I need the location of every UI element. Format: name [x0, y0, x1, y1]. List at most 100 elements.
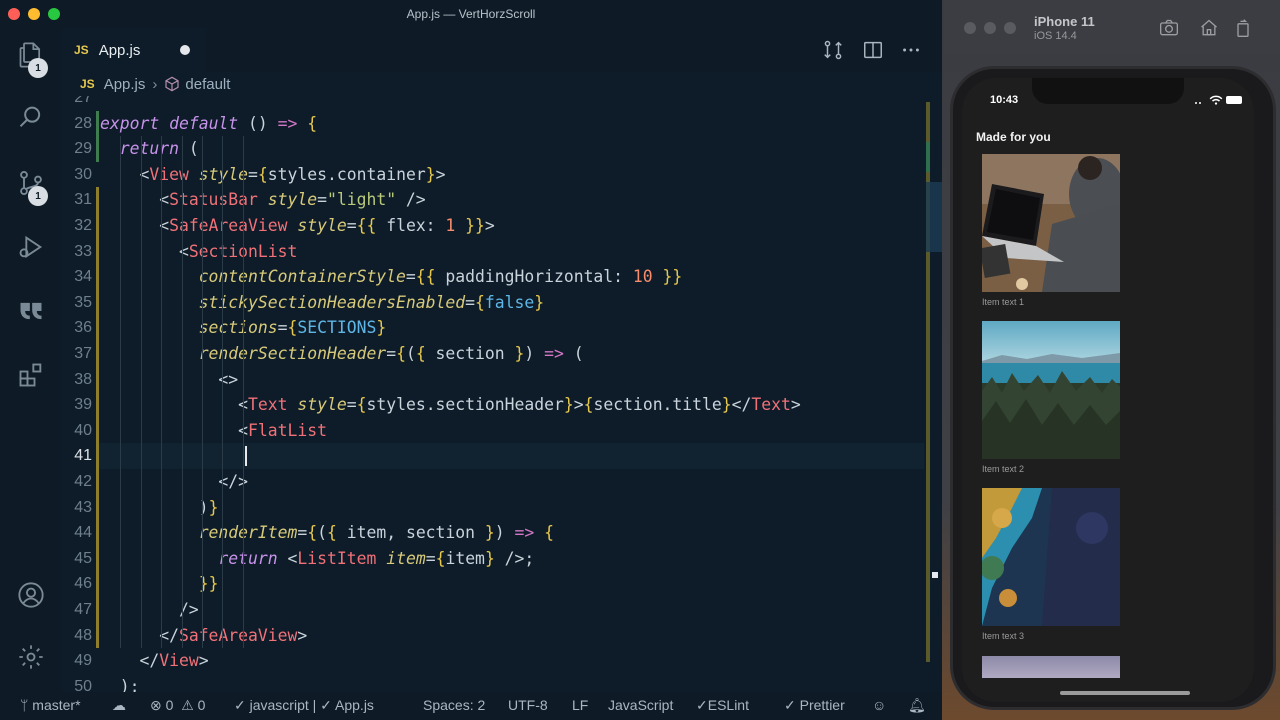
line-number: 30 — [74, 165, 92, 183]
split-editor-icon[interactable] — [862, 39, 884, 61]
code-text: <StatusBar style="light" /> — [100, 190, 426, 210]
breadcrumb-file[interactable]: App.js — [104, 76, 146, 93]
language-check-label: javascript | ✓ App.js — [249, 697, 374, 713]
git-change-marker[interactable] — [96, 469, 99, 495]
git-change-marker[interactable] — [96, 213, 99, 239]
notifications-bell-icon[interactable]: 🔔︎ — [908, 697, 926, 714]
code-line[interactable]: 41 — [62, 443, 924, 469]
git-change-marker[interactable] — [96, 315, 99, 341]
branch-status[interactable]: ᛘ master* — [20, 697, 81, 713]
code-line[interactable]: 39 <Text style={styles.sectionHeader}>{s… — [62, 392, 924, 418]
feedback-icon[interactable]: ☺ — [872, 697, 886, 713]
quote-extension-icon[interactable] — [16, 296, 46, 326]
signal-icon — [1195, 102, 1201, 104]
line-number: 38 — [74, 370, 92, 388]
item-image-aerial-coast-photo[interactable] — [982, 488, 1120, 626]
code-line[interactable]: 47 /> — [62, 597, 924, 623]
sim-minimize-button[interactable] — [984, 22, 996, 34]
code-text: renderSectionHeader={({ section }) => ( — [198, 344, 584, 363]
problems-status[interactable]: ⊗ 0 ⚠ 0 — [150, 697, 205, 714]
git-change-marker[interactable] — [96, 110, 99, 137]
home-indicator[interactable] — [1060, 691, 1190, 695]
settings-gear-icon[interactable] — [16, 642, 46, 672]
code-line[interactable]: 50 ); — [62, 674, 924, 692]
code-editor[interactable]: 27 28 export default () => {29 return (30 … — [62, 96, 942, 692]
code-line[interactable]: 43 )} — [62, 494, 924, 521]
git-change-marker[interactable] — [96, 392, 99, 418]
git-change-marker[interactable] — [96, 443, 99, 469]
eslint-status[interactable]: ✓ESLint — [696, 697, 749, 714]
search-icon[interactable] — [16, 102, 46, 132]
code-line[interactable]: 35 stickySectionHeadersEnabled={false} — [62, 289, 924, 316]
code-line[interactable]: 44 renderItem={({ item, section }) => { — [62, 520, 924, 546]
rotate-device-icon[interactable] — [1232, 18, 1254, 38]
code-line[interactable]: 36 sections={SECTIONS} — [62, 315, 924, 341]
encoding-status[interactable]: UTF-8 — [508, 697, 548, 713]
git-change-marker[interactable] — [96, 264, 99, 290]
git-change-marker[interactable] — [96, 187, 99, 213]
code-line[interactable]: 49 </View> — [62, 648, 924, 674]
sim-zoom-button[interactable] — [1004, 22, 1016, 34]
tab-label: App.js — [98, 41, 141, 59]
scroll-thumb[interactable] — [926, 182, 942, 252]
code-line[interactable]: 42 </> — [62, 469, 924, 495]
git-change-marker[interactable] — [96, 238, 99, 265]
prettier-status[interactable]: ✓ Prettier — [784, 697, 845, 714]
eslint-label: ESLint — [707, 697, 749, 713]
code-line[interactable]: 34 contentContainerStyle={{ paddingHoriz… — [62, 264, 924, 290]
git-change-marker[interactable] — [96, 571, 99, 597]
git-change-marker[interactable] — [96, 341, 99, 367]
unsaved-dot-icon[interactable] — [180, 45, 190, 55]
git-change-marker[interactable] — [96, 494, 99, 521]
code-text: return ( — [119, 139, 199, 159]
phone-screen[interactable]: 10:43 Made for you Item text 1 Item text… — [962, 78, 1254, 702]
sync-icon[interactable]: ☁ — [112, 697, 126, 714]
home-icon[interactable] — [1198, 18, 1220, 38]
code-line[interactable]: 27 — [62, 96, 924, 111]
extensions-icon[interactable] — [16, 360, 46, 390]
chevron-right-icon: › — [152, 75, 158, 93]
code-line[interactable]: 37 renderSectionHeader={({ section }) =>… — [62, 341, 924, 367]
code-line[interactable]: 29 return ( — [62, 136, 924, 162]
code-line[interactable]: 28 export default () => { — [62, 110, 924, 137]
code-line[interactable]: 38 <> — [62, 366, 924, 393]
screenshot-camera-icon[interactable] — [1158, 18, 1180, 38]
item-image-forest-lake-photo[interactable] — [982, 321, 1120, 459]
git-change-marker[interactable] — [96, 289, 99, 316]
git-change-marker[interactable] — [96, 545, 99, 572]
code-line[interactable]: 30 <View style={styles.container}> — [62, 162, 924, 188]
language-mode-status[interactable]: JavaScript — [608, 697, 673, 713]
line-number: 48 — [74, 626, 92, 644]
code-line[interactable]: 32 <SafeAreaView style={{ flex: 1 }}> — [62, 213, 924, 239]
code-text: return <ListItem item={item} />; — [218, 548, 535, 568]
git-change-marker[interactable] — [96, 597, 99, 623]
line-number: 43 — [74, 498, 92, 516]
code-line[interactable]: 40 <FlatList — [62, 417, 924, 444]
code-line[interactable]: 33 <SectionList — [62, 238, 924, 265]
code-line[interactable]: 45 return <ListItem item={item} />; — [62, 545, 924, 572]
item-image-laptop-photo[interactable] — [982, 154, 1120, 292]
editor-scrollbar[interactable] — [924, 96, 942, 692]
open-changes-icon[interactable] — [822, 39, 844, 61]
run-debug-icon[interactable] — [16, 232, 46, 262]
account-icon[interactable] — [16, 580, 46, 610]
eol-status[interactable]: LF — [572, 697, 588, 713]
javascript-check-status[interactable]: ✓ javascript | ✓ App.js — [234, 697, 374, 714]
breadcrumb-symbol[interactable]: default — [185, 76, 230, 93]
code-line[interactable]: 31 <StatusBar style="light" /> — [62, 187, 924, 213]
sim-close-button[interactable] — [964, 22, 976, 34]
git-change-marker[interactable] — [96, 136, 99, 162]
more-actions-icon[interactable] — [900, 39, 922, 61]
git-change-marker[interactable] — [96, 417, 99, 444]
git-change-marker[interactable] — [96, 622, 99, 649]
tab-app-js[interactable]: JS App.js — [62, 28, 206, 72]
line-number: 29 — [74, 140, 92, 158]
git-change-marker[interactable] — [96, 520, 99, 546]
git-change-marker[interactable] — [96, 366, 99, 393]
item-image-partial[interactable] — [982, 656, 1120, 678]
branch-name: master* — [32, 697, 81, 713]
item-caption: Item text 2 — [982, 464, 1025, 474]
code-line[interactable]: 48 </SafeAreaView> — [62, 622, 924, 649]
indentation-status[interactable]: Spaces: 2 — [423, 697, 485, 713]
code-line[interactable]: 46 }} — [62, 571, 924, 597]
